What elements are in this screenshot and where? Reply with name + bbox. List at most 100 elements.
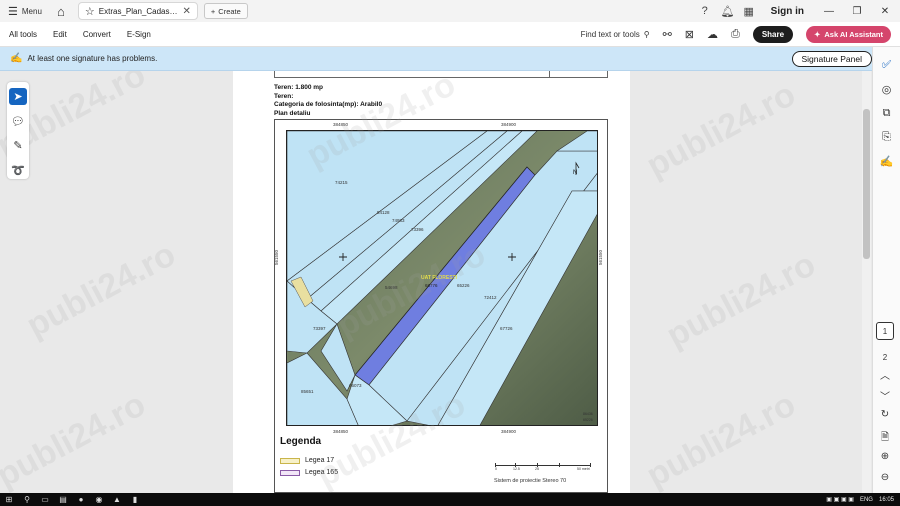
document-tab[interactable]: ☆ Extras_Plan_Cadastral_... ✕	[77, 2, 198, 20]
pen-icon[interactable]: ✎	[9, 138, 27, 155]
page-nav-controls: ︿ ﹀ ↻ 🗎 ⊕ ⊖	[875, 367, 895, 486]
bell-icon[interactable]: 🔔︎	[721, 5, 735, 18]
north-label: N	[573, 170, 577, 176]
cadastral-plan-frame: 384850 384900 384850 384900 561550 56155…	[274, 119, 608, 493]
tray-icons[interactable]: ▣ ▣ ▣ ▣	[826, 496, 854, 503]
parcel-label: 67726	[500, 326, 513, 331]
parcel-label: 85651	[301, 389, 314, 394]
document-icon[interactable]: 🗎	[881, 430, 889, 444]
watermark: publi24.ro	[660, 245, 822, 355]
parcel-label: 73396	[411, 227, 424, 232]
coord-side-right: 561550	[598, 249, 604, 266]
corner-label: 65226	[583, 418, 593, 422]
parcel-label: 54128	[377, 210, 390, 215]
pages-icon[interactable]: ⎘	[882, 131, 891, 144]
legend-item-legea-17: Legea 17	[280, 457, 334, 464]
page-number-2[interactable]: 2	[876, 348, 894, 366]
apps-grid-icon[interactable]: ▦	[743, 5, 755, 18]
create-label: Create	[218, 6, 241, 16]
orthophoto-map: N 74215 54128 74983 73396 54698 68776 65…	[286, 130, 598, 426]
restore-icon[interactable]: ❐	[848, 6, 866, 17]
legend-item-legea-165: Legea 165	[280, 469, 338, 476]
menu-esign[interactable]: E-Sign	[127, 30, 151, 39]
ai-label: Ask AI Assistant	[824, 29, 883, 39]
zoom-out-icon[interactable]: ⊖	[881, 472, 889, 486]
parcel-label: 54698	[385, 285, 398, 290]
vertical-scrollbar[interactable]	[862, 71, 871, 493]
legend-title: Legenda	[280, 436, 322, 447]
parcel-label: 73397	[313, 326, 326, 331]
left-tool-palette: ➤ 💬︎ ✎ ➰	[7, 82, 29, 179]
file-explorer-icon[interactable]: ▭	[36, 495, 54, 504]
language-indicator[interactable]: ENG	[860, 497, 873, 503]
parcel-label: 72412	[484, 295, 497, 300]
legend-swatch	[280, 457, 300, 464]
coord-top-right: 384900	[501, 122, 517, 127]
teren-line: Teren: 1.800 mp	[274, 84, 324, 91]
create-button[interactable]: + Create	[203, 3, 248, 19]
scale-label: 0	[495, 467, 497, 471]
menu-all-tools[interactable]: All tools	[9, 30, 37, 39]
home-icon[interactable]: ⌂	[50, 4, 72, 19]
share-button[interactable]: Share	[752, 25, 794, 43]
top-table-fragment	[274, 71, 608, 78]
chevron-down-icon[interactable]: ﹀	[880, 388, 890, 403]
cloud-upload-icon[interactable]: ☁	[707, 28, 718, 41]
clock[interactable]: 16:05	[879, 497, 894, 503]
find-text-search[interactable]: Find text or tools ⚲	[581, 30, 650, 39]
close-tab-icon[interactable]: ✕	[183, 6, 191, 17]
bookmarks-icon[interactable]: ⧉	[883, 107, 891, 120]
app-icon[interactable]: ▮	[126, 495, 144, 504]
title-bar: ☰ Menu ⌂ ☆ Extras_Plan_Cadastral_... ✕ +…	[0, 0, 900, 22]
select-cursor-icon[interactable]: ➤	[9, 88, 27, 105]
menu-convert[interactable]: Convert	[83, 30, 111, 39]
page-thumbnails-nav: 1 2	[875, 322, 895, 366]
ask-ai-assistant-button[interactable]: ✦ Ask AI Assistant	[806, 25, 891, 43]
page-number-1[interactable]: 1	[876, 322, 894, 340]
acrobat-icon[interactable]: ▲	[108, 495, 126, 504]
hamburger-icon: ☰	[8, 5, 18, 18]
chrome-icon[interactable]: ◉	[90, 495, 108, 504]
menu-edit[interactable]: Edit	[53, 30, 67, 39]
document-viewer[interactable]: Teren: 1.800 mp Teren: Categoria de folo…	[0, 71, 862, 493]
sign-in-button[interactable]: Sign in	[771, 6, 804, 17]
comments-panel-icon[interactable]: ◎	[882, 83, 892, 96]
star-icon[interactable]: ☆	[85, 5, 95, 18]
pdf-page: Teren: 1.800 mp Teren: Categoria de folo…	[233, 71, 630, 493]
windows-taskbar: ⊞ ⚲ ▭ ▤ ● ◉ ▲ ▮ ▣ ▣ ▣ ▣ ENG 16:05	[0, 493, 900, 506]
comment-icon[interactable]: 💬︎	[9, 113, 27, 130]
ai-tools-icon[interactable]: ⚯	[663, 28, 672, 41]
fill-sign-icon[interactable]: ✍	[880, 155, 894, 168]
coord-side-left: 561550	[274, 249, 280, 266]
find-text-label: Find text or tools	[580, 29, 640, 39]
scale-bar: 0 12.5 25 50 metri	[495, 461, 593, 471]
help-icon[interactable]: ?	[699, 5, 711, 17]
search-icon: ⚲	[643, 29, 650, 39]
scrollbar-thumb[interactable]	[863, 109, 870, 259]
search-taskbar-icon[interactable]: ⚲	[18, 495, 36, 504]
firefox-icon[interactable]: ●	[72, 495, 90, 504]
tab-title: Extras_Plan_Cadastral_...	[98, 6, 179, 16]
store-icon[interactable]: ▤	[54, 495, 72, 504]
minimize-icon[interactable]: —	[820, 6, 838, 17]
legend-label: Legea 165	[305, 469, 339, 476]
lasso-icon[interactable]: ➰	[9, 162, 27, 179]
print-icon[interactable]: ⎙	[731, 28, 740, 41]
parcel-label: 66073	[349, 383, 362, 388]
close-window-icon[interactable]: ✕	[876, 6, 894, 17]
main-toolbar: All tools Edit Convert E-Sign Find text …	[0, 22, 900, 47]
uat-label: UAT FLORESTI	[421, 275, 458, 281]
signature-message: At least one signature has problems.	[27, 54, 158, 63]
signature-warning-icon: ✍	[10, 53, 23, 64]
pdf-convert-icon[interactable]: ⊠	[685, 28, 694, 41]
signature-notice-bar: ✍ At least one signature has problems. S…	[0, 47, 900, 71]
parcel-label: 74215	[335, 180, 348, 185]
zoom-in-icon[interactable]: ⊕	[881, 451, 889, 465]
refresh-icon[interactable]: ↻	[881, 409, 889, 423]
signature-panel-button[interactable]: Signature Panel	[791, 50, 872, 67]
legend-label: Legea 17	[305, 457, 335, 464]
signature-panel-icon[interactable]: ✅︎	[882, 59, 891, 72]
menu-button[interactable]: ☰ Menu	[0, 0, 50, 22]
windows-start-icon[interactable]: ⊞	[0, 495, 18, 504]
chevron-up-icon[interactable]: ︿	[880, 367, 890, 382]
